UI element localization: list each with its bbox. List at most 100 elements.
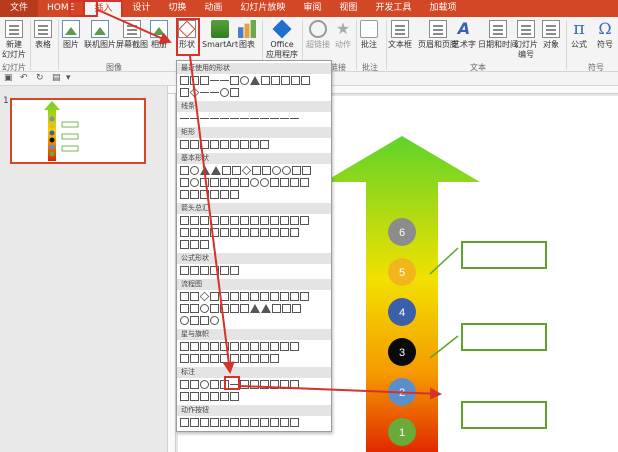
shape-item[interactable] xyxy=(230,354,239,363)
shape-item[interactable] xyxy=(220,292,229,301)
shape-item[interactable] xyxy=(280,216,289,225)
shape-item[interactable] xyxy=(190,76,199,85)
shape-item[interactable] xyxy=(230,216,239,225)
shape-item[interactable] xyxy=(230,190,239,199)
tab-transitions[interactable]: 切换 xyxy=(159,0,195,17)
shape-item[interactable] xyxy=(220,418,229,427)
shape-row[interactable] xyxy=(180,354,279,363)
shape-item[interactable] xyxy=(190,316,199,325)
shape-item[interactable] xyxy=(292,166,301,175)
shape-item[interactable] xyxy=(210,392,219,401)
shape-item[interactable] xyxy=(190,216,199,225)
shape-item[interactable] xyxy=(250,354,259,363)
shape-item[interactable] xyxy=(240,342,249,351)
shape-row[interactable] xyxy=(180,165,311,176)
shape-item[interactable] xyxy=(210,178,219,187)
shape-item[interactable] xyxy=(290,380,299,389)
shape-item[interactable] xyxy=(220,392,229,401)
shape-row[interactable] xyxy=(180,216,309,225)
shape-item[interactable] xyxy=(210,266,219,275)
shape-item[interactable] xyxy=(260,292,269,301)
online-picture-button[interactable]: 联机图片 xyxy=(84,20,116,50)
shape-item[interactable] xyxy=(250,380,259,389)
shape-item[interactable] xyxy=(230,342,239,351)
shape-item[interactable] xyxy=(180,76,189,85)
undo-icon[interactable]: ↶ xyxy=(20,73,28,83)
shape-item[interactable] xyxy=(281,76,290,85)
shape-item[interactable] xyxy=(211,166,221,175)
shape-item[interactable] xyxy=(240,178,249,187)
textbox-button[interactable]: 文本框 xyxy=(388,20,412,50)
shape-item[interactable] xyxy=(230,304,239,313)
shape-item[interactable] xyxy=(270,118,279,123)
shape-item[interactable] xyxy=(220,178,229,187)
shape-item[interactable] xyxy=(210,80,219,85)
shape-item[interactable] xyxy=(220,342,229,351)
tab-file[interactable]: 文件 xyxy=(0,0,39,17)
shape-item[interactable] xyxy=(200,166,210,175)
shape-item[interactable] xyxy=(291,76,300,85)
shape-item[interactable] xyxy=(210,216,219,225)
hyperlink-button[interactable]: 超链接 xyxy=(306,20,330,50)
action-button[interactable]: ★ 动作 xyxy=(334,20,352,50)
shape-item[interactable] xyxy=(210,316,219,325)
shape-item[interactable] xyxy=(240,140,249,149)
shape-item[interactable] xyxy=(292,304,301,313)
shape-item[interactable] xyxy=(200,304,209,313)
shape-item[interactable] xyxy=(260,216,269,225)
shape-item[interactable] xyxy=(260,380,269,389)
shape-item[interactable] xyxy=(240,418,249,427)
wordart-button[interactable]: A 艺术字 xyxy=(452,20,476,50)
shape-item[interactable] xyxy=(250,342,259,351)
screenshot-button[interactable]: 屏幕截图 xyxy=(116,20,148,50)
shape-item[interactable] xyxy=(270,354,279,363)
shape-item[interactable] xyxy=(180,354,189,363)
shape-item[interactable] xyxy=(210,190,219,199)
equation-button[interactable]: π 公式 xyxy=(570,20,588,50)
shape-item[interactable] xyxy=(220,190,229,199)
shape-item[interactable] xyxy=(230,76,239,85)
tab-slideshow[interactable]: 幻灯片放映 xyxy=(231,0,294,17)
shape-item[interactable] xyxy=(220,88,229,97)
shape-item[interactable] xyxy=(200,228,209,237)
album-button[interactable]: 相册 xyxy=(150,20,168,50)
picture-button[interactable]: 图片 xyxy=(62,20,80,50)
redo-icon[interactable]: ↻ xyxy=(36,73,44,83)
shape-item[interactable] xyxy=(260,178,269,187)
shape-item[interactable] xyxy=(250,292,259,301)
shape-item[interactable] xyxy=(272,166,281,175)
shapes-gallery-dropdown[interactable]: 最近使用的形状 线条 矩形 基本形状 箭头总汇 公式形状 流程图 星与旗帜 标注… xyxy=(176,60,332,432)
shape-row[interactable] xyxy=(180,291,309,302)
shape-item[interactable] xyxy=(210,292,219,301)
shape-item[interactable] xyxy=(210,118,219,123)
shape-item[interactable] xyxy=(220,228,229,237)
shape-item[interactable] xyxy=(180,342,189,351)
shape-row[interactable] xyxy=(180,140,269,149)
shape-item[interactable] xyxy=(302,166,311,175)
shape-item[interactable] xyxy=(282,304,291,313)
shape-item[interactable] xyxy=(190,418,199,427)
shape-item[interactable] xyxy=(190,342,199,351)
shape-item[interactable] xyxy=(220,118,229,123)
shape-row[interactable] xyxy=(180,87,239,98)
shape-item[interactable] xyxy=(280,380,289,389)
shape-item[interactable] xyxy=(180,190,189,199)
shape-row[interactable] xyxy=(180,76,310,85)
shape-item[interactable] xyxy=(180,228,189,237)
shape-item[interactable] xyxy=(180,240,189,249)
shape-item[interactable] xyxy=(200,140,209,149)
shape-item[interactable] xyxy=(241,165,252,176)
shape-item[interactable] xyxy=(280,118,289,123)
shape-item[interactable] xyxy=(280,292,289,301)
tab-review[interactable]: 审阅 xyxy=(294,0,330,17)
shape-item[interactable] xyxy=(290,292,299,301)
shape-item[interactable] xyxy=(270,216,279,225)
shape-item[interactable] xyxy=(262,166,271,175)
table-button[interactable]: 表格 xyxy=(34,20,52,50)
shape-item[interactable] xyxy=(240,216,249,225)
chart-button[interactable]: 图表 xyxy=(238,20,256,50)
shape-item[interactable] xyxy=(290,228,299,237)
shape-item[interactable] xyxy=(250,178,259,187)
shape-item[interactable] xyxy=(200,392,209,401)
shape-item[interactable] xyxy=(230,228,239,237)
